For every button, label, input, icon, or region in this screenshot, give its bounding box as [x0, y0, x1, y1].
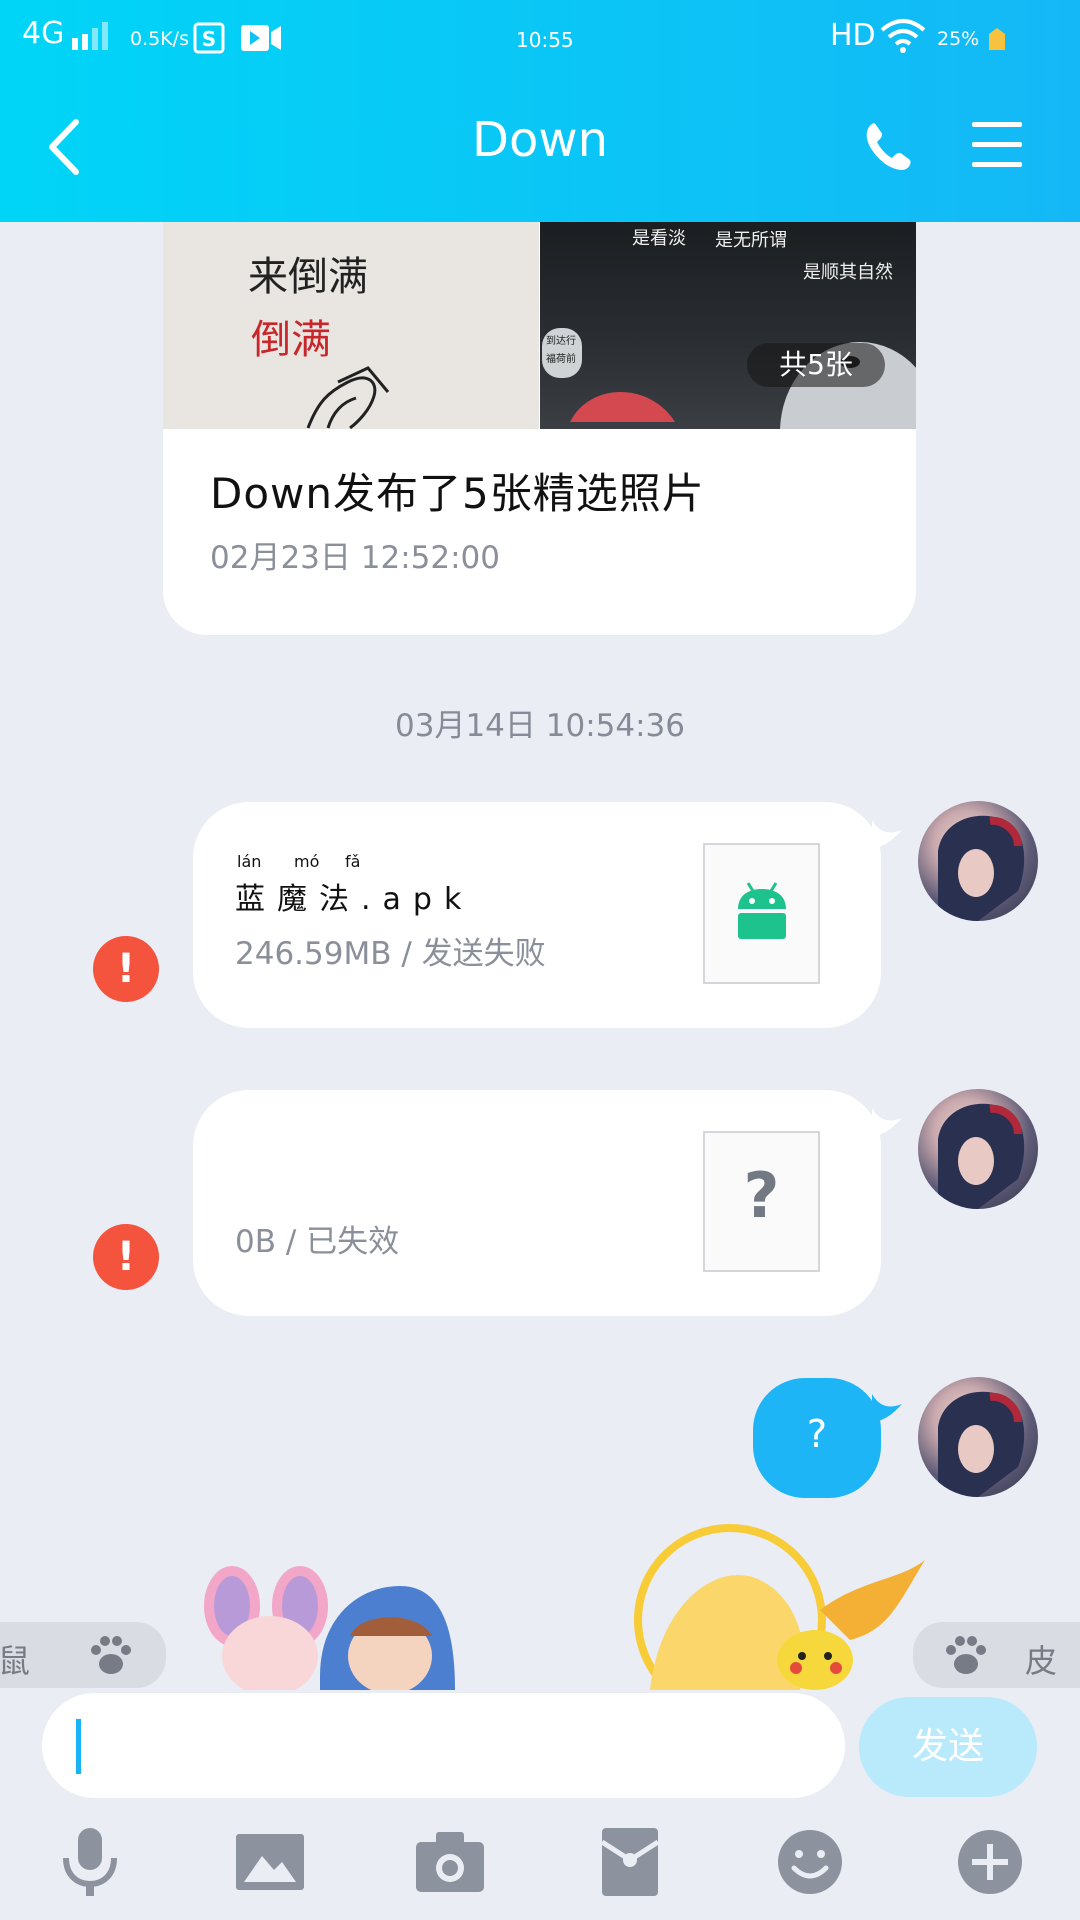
pinyin-fa: fǎ	[345, 852, 361, 871]
avatar-art	[938, 815, 1025, 921]
photo-thumbnail-rain[interactable]: 是看淡 是无所谓 是顺其自然 到达行 福荷前	[540, 222, 916, 429]
message-input[interactable]	[42, 1693, 845, 1798]
sticker-mouse-shark[interactable]	[200, 1556, 458, 1690]
network-type: 4G	[22, 16, 65, 51]
avatar-art	[938, 1391, 1025, 1497]
sticker-pill-label: 鼠	[0, 1642, 31, 1680]
sign-text-2: 福荷前	[546, 354, 576, 365]
calligraphy-text-2: 倒满	[251, 317, 331, 363]
file-message-apk[interactable]: lán mó fǎ 蓝魔法.apk 246.59MB / 发送失败	[193, 802, 881, 1028]
text-message-bubble[interactable]: ?	[753, 1378, 881, 1498]
red-packet-icon[interactable]	[594, 1826, 666, 1898]
file-meta: 0B / 已失效	[235, 1224, 400, 1260]
pinyin-mo: mó	[294, 852, 320, 871]
paw-icon	[946, 1636, 986, 1674]
photo-thumbnail-calligraphy[interactable]: 来倒满 倒满	[163, 222, 539, 429]
battery-level: 25%	[937, 28, 980, 50]
wifi-icon	[880, 19, 926, 53]
network-speed: 0.5K/s	[130, 28, 189, 50]
photo-count-badge: 共5张	[747, 343, 885, 387]
battery-icon	[989, 28, 1005, 50]
storage-icon: S	[193, 22, 225, 54]
camera-icon[interactable]	[414, 1826, 486, 1898]
file-message-expired[interactable]: 0B / 已失效 ?	[193, 1090, 881, 1316]
header-bar: 4G 0.5K/s S 10:55 HD 25% Down	[0, 0, 1080, 222]
unknown-file-thumbnail[interactable]: ?	[703, 1131, 820, 1272]
send-failed-icon[interactable]: !	[93, 936, 159, 1002]
photo-card-date: 02月23日 12:52:00	[210, 540, 500, 576]
paw-icon	[91, 1636, 131, 1674]
microphone-icon[interactable]	[54, 1826, 126, 1898]
sticker-pikachu[interactable]	[600, 1520, 930, 1690]
chat-title: Down	[471, 112, 608, 168]
emoji-icon[interactable]	[774, 1826, 846, 1898]
bubble-tail	[872, 820, 902, 848]
bubble-tail	[872, 1394, 902, 1422]
sticker-pill-pikachu[interactable]: 皮	[913, 1622, 1080, 1688]
text-cursor	[76, 1719, 81, 1774]
rain-text-1: 是看淡	[632, 228, 686, 249]
signal-icon	[72, 22, 108, 50]
svg-text:S: S	[202, 27, 216, 51]
menu-icon[interactable]	[970, 120, 1024, 170]
android-icon	[738, 882, 786, 939]
file-name: lán mó fǎ 蓝魔法.apk	[235, 852, 473, 917]
photo-album-card[interactable]: 来倒满 倒满 是看淡 是无所谓 是顺其自然 到达行 福荷前 Down发布了5张精…	[163, 222, 916, 635]
plus-icon[interactable]	[954, 1826, 1026, 1898]
pinyin-lan: lán	[237, 852, 262, 871]
calligraphy-text-1: 来倒满	[248, 254, 368, 300]
send-button[interactable]: 发送	[859, 1697, 1037, 1797]
send-failed-icon[interactable]: !	[93, 1224, 159, 1290]
rain-text-2: 是无所谓	[715, 230, 787, 251]
photo-card-title: Down发布了5张精选照片	[210, 469, 705, 518]
avatar-art	[938, 1103, 1025, 1209]
avatar[interactable]	[918, 801, 1038, 921]
message-timestamp: 03月14日 10:54:36	[395, 708, 685, 744]
rain-text-3: 是顺其自然	[803, 262, 893, 283]
file-name-text: 蓝魔法.apk	[235, 882, 474, 917]
avatar[interactable]	[918, 1377, 1038, 1497]
clock: 10:55	[516, 28, 574, 52]
bubble-tail	[872, 1108, 902, 1136]
sticker-pill-mouse[interactable]: 鼠	[0, 1622, 166, 1688]
phone-icon[interactable]	[862, 120, 914, 174]
file-meta: 246.59MB / 发送失败	[235, 936, 546, 972]
hand-drawing	[306, 366, 390, 429]
sticker-pill-label: 皮	[1025, 1642, 1058, 1680]
question-icon: ?	[743, 1159, 780, 1232]
sign-text-1: 到达行	[546, 336, 576, 347]
video-icon	[241, 25, 281, 51]
avatar[interactable]	[918, 1089, 1038, 1209]
image-icon[interactable]	[234, 1826, 306, 1898]
apk-thumbnail[interactable]	[703, 843, 820, 984]
hd-indicator: HD	[830, 18, 876, 53]
